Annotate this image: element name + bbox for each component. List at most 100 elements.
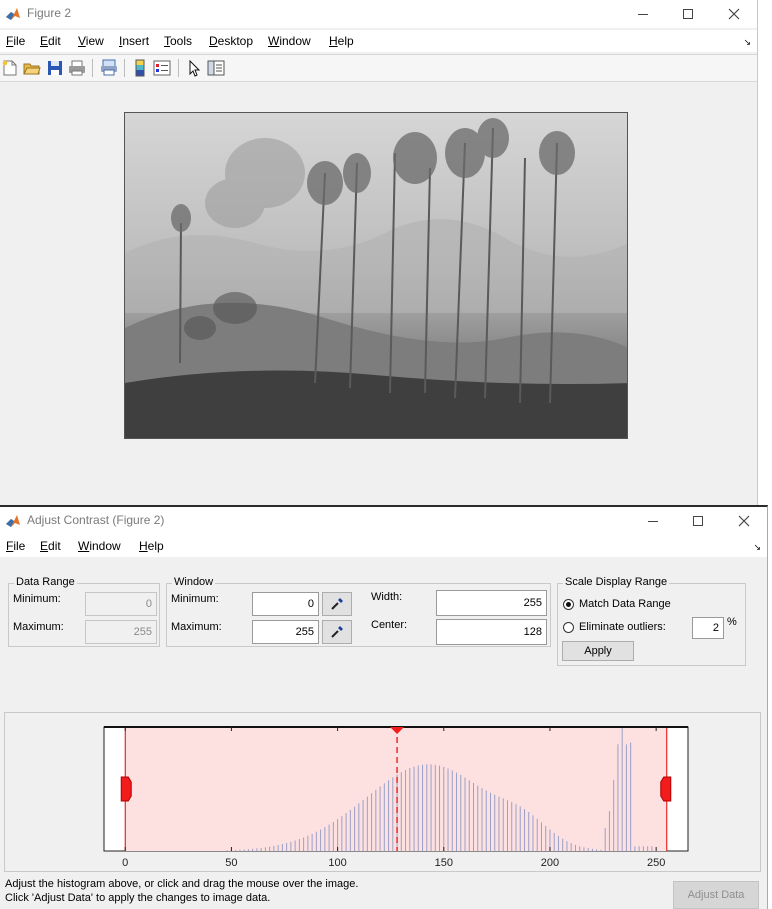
window-width-input[interactable]: 255 xyxy=(436,590,547,616)
data-range-label: Data Range xyxy=(14,576,77,588)
window-width-label: Width: xyxy=(371,591,403,603)
x-tick-label: 100 xyxy=(328,857,346,869)
print-icon[interactable] xyxy=(68,59,86,77)
matlab-icon xyxy=(6,515,20,527)
minimize-icon xyxy=(648,521,658,522)
menu-help[interactable]: Help xyxy=(329,34,354,48)
toolbar-separator xyxy=(178,59,179,77)
menu-insert[interactable]: Insert xyxy=(119,34,149,48)
match-data-range-label[interactable]: Match Data Range xyxy=(579,598,671,610)
menu-tools-rest: ools xyxy=(170,34,193,48)
maximize-icon xyxy=(683,9,693,19)
menu-desktop-rest: esktop xyxy=(217,34,254,48)
window-center-input[interactable]: 128 xyxy=(436,619,547,645)
match-data-range-radio[interactable] xyxy=(563,599,574,610)
figure-window: Figure 2 File Edit View Insert Tools Des… xyxy=(0,0,758,505)
maximize-button[interactable] xyxy=(675,507,721,535)
dock-icon[interactable]: ↘ xyxy=(743,37,751,48)
adjust-menu-bar: File Edit Window Help ↘ xyxy=(0,535,767,557)
max-drag-handle[interactable] xyxy=(660,776,672,802)
select-pointer-icon[interactable] xyxy=(185,59,203,77)
figure-title-bar[interactable]: Figure 2 xyxy=(0,0,757,28)
window-min-input[interactable]: 0 xyxy=(252,592,319,616)
window-center-label: Center: xyxy=(371,619,408,631)
max-eyedropper-button[interactable] xyxy=(322,620,352,644)
adjust-title-bar[interactable]: Adjust Contrast (Figure 2) xyxy=(0,507,767,535)
eyedropper-icon xyxy=(331,626,343,638)
menu-file[interactable]: File xyxy=(6,539,25,553)
window-group-label: Window xyxy=(172,576,216,588)
menu-file-rest: ile xyxy=(13,34,26,48)
new-figure-icon[interactable] xyxy=(1,59,19,77)
foggy-trees-image xyxy=(125,113,627,438)
legend-icon[interactable] xyxy=(153,59,171,77)
menu-help[interactable]: Help xyxy=(139,539,164,553)
outliers-percent-input[interactable]: 2 xyxy=(692,617,724,639)
histogram-chart[interactable]: 0 50 100 150 200 250 xyxy=(5,713,760,871)
close-icon xyxy=(728,8,740,20)
menu-window[interactable]: Window xyxy=(268,34,311,48)
grayscale-image[interactable] xyxy=(124,112,628,439)
menu-file[interactable]: File xyxy=(6,34,25,48)
x-tick-label: 150 xyxy=(435,857,453,869)
instruction-line-2: Click 'Adjust Data' to apply the changes… xyxy=(5,892,271,904)
min-drag-handle[interactable] xyxy=(120,776,132,802)
adjust-contrast-window: Adjust Contrast (Figure 2) File Edit Win… xyxy=(0,505,768,909)
window-shaded-region xyxy=(125,727,667,851)
min-eyedropper-button[interactable] xyxy=(322,592,352,616)
window-group: Window Minimum: 0 Maximum: 255 Width: 25… xyxy=(166,576,551,647)
colorbar-icon[interactable] xyxy=(131,59,149,77)
save-icon[interactable] xyxy=(46,59,64,77)
eliminate-outliers-label[interactable]: Eliminate outliers: xyxy=(579,621,666,633)
menu-help-rest: elp xyxy=(337,34,354,48)
eliminate-outliers-radio[interactable] xyxy=(563,622,574,633)
scale-display-label: Scale Display Range xyxy=(563,576,670,588)
data-min-label: Minimum: xyxy=(13,593,61,605)
menu-desktop[interactable]: Desktop xyxy=(209,34,253,48)
menu-window[interactable]: Window xyxy=(78,539,121,553)
menu-help-rest: elp xyxy=(147,539,164,553)
adjust-data-button[interactable]: Adjust Data xyxy=(673,881,759,909)
data-min-field: 0 xyxy=(85,592,157,616)
eyedropper-icon xyxy=(331,598,343,610)
x-tick-label: 250 xyxy=(647,857,665,869)
data-max-field: 255 xyxy=(85,620,157,644)
x-tick-label: 200 xyxy=(541,857,559,869)
menu-edit-rest: dit xyxy=(48,34,61,48)
data-max-label: Maximum: xyxy=(13,621,64,633)
figure-canvas xyxy=(0,82,757,505)
dock-icon[interactable]: ↘ xyxy=(753,542,761,553)
menu-edit[interactable]: Edit xyxy=(40,34,61,48)
close-button[interactable] xyxy=(711,0,757,28)
menu-edit[interactable]: Edit xyxy=(40,539,61,553)
minimize-button[interactable] xyxy=(630,507,676,535)
open-file-icon[interactable] xyxy=(23,59,41,77)
menu-view[interactable]: View xyxy=(78,34,104,48)
print-preview-icon[interactable] xyxy=(100,59,118,77)
close-button[interactable] xyxy=(721,507,767,535)
property-inspector-icon[interactable] xyxy=(207,59,225,77)
instruction-line-1: Adjust the histogram above, or click and… xyxy=(5,878,359,890)
data-range-group: Data Range Minimum: 0 Maximum: 255 xyxy=(8,576,160,647)
menu-window-rest: indow xyxy=(89,539,121,553)
toolbar-separator xyxy=(124,59,125,77)
minimize-button[interactable] xyxy=(620,0,666,28)
x-tick-label: 0 xyxy=(122,857,128,869)
menu-tools[interactable]: Tools xyxy=(164,34,192,48)
close-icon xyxy=(738,515,750,527)
adjust-window-title: Adjust Contrast (Figure 2) xyxy=(27,513,165,527)
window-min-label: Minimum: xyxy=(171,593,219,605)
maximize-icon xyxy=(693,516,703,526)
window-max-input[interactable]: 255 xyxy=(252,620,319,644)
toolbar-separator xyxy=(92,59,93,77)
matlab-icon xyxy=(6,8,20,20)
window-max-label: Maximum: xyxy=(171,621,222,633)
apply-button[interactable]: Apply xyxy=(562,641,634,661)
figure-window-title: Figure 2 xyxy=(27,6,72,20)
menu-edit-rest: dit xyxy=(48,539,61,553)
figure-menu-bar: File Edit View Insert Tools Desktop Wind… xyxy=(0,30,757,52)
menu-view-rest: iew xyxy=(85,34,104,48)
percent-sign: % xyxy=(727,616,737,628)
x-tick-label: 50 xyxy=(225,857,237,869)
maximize-button[interactable] xyxy=(665,0,711,28)
